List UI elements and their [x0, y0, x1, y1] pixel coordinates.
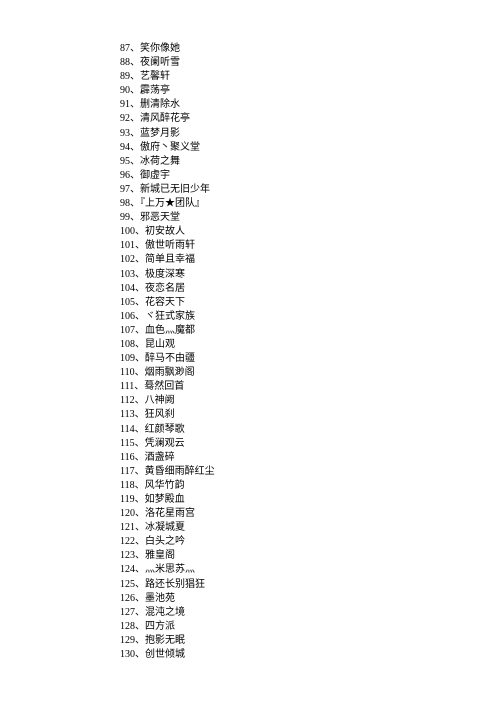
list-item: 121、冰凝城夏 — [120, 521, 500, 535]
list-item: 115、凭澜观云 — [120, 437, 500, 451]
list-item: 117、黄昏细雨醉红尘 — [120, 465, 500, 479]
list-item: 93、蓝梦月影 — [120, 127, 500, 141]
list-item: 104、夜恋名居 — [120, 282, 500, 296]
list-item: 103、极度深寒 — [120, 268, 500, 282]
list-item: 113、狂风刹 — [120, 408, 500, 422]
list-item: 126、墨池苑 — [120, 592, 500, 606]
list-item: 108、昆山观 — [120, 338, 500, 352]
list-item: 100、初安故人 — [120, 225, 500, 239]
list-item: 94、傲府丶聚义堂 — [120, 141, 500, 155]
list-item: 90、霹荡亭 — [120, 84, 500, 98]
list-item: 105、花容天下 — [120, 296, 500, 310]
list-item: 123、雅皇阁 — [120, 549, 500, 563]
list-item: 120、洛花星雨宫 — [120, 507, 500, 521]
list-item: 92、清风醉花亭 — [120, 112, 500, 126]
list-item: 107、血色灬魔都 — [120, 324, 500, 338]
list-item: 88、夜阑听雪 — [120, 56, 500, 70]
list-item: 129、抱影无眠 — [120, 634, 500, 648]
list-item: 98、『上万★团队』 — [120, 197, 500, 211]
list-item: 109、醉马不由疆 — [120, 352, 500, 366]
list-item: 96、御虚宇 — [120, 169, 500, 183]
list-item: 119、如梦殿血 — [120, 493, 500, 507]
list-item: 111、蓦然回首 — [120, 380, 500, 394]
list-item: 130、创世倾城 — [120, 648, 500, 662]
list-item: 95、冰荷之舞 — [120, 155, 500, 169]
list-item: 101、傲世听雨轩 — [120, 239, 500, 253]
list-item: 99、邪恶天堂 — [120, 211, 500, 225]
list-item: 97、新城已无旧少年 — [120, 183, 500, 197]
list-item: 124、灬米思苏灬 — [120, 563, 500, 577]
list-item: 87、笑你像她 — [120, 42, 500, 56]
list-item: 122、白头之吟 — [120, 535, 500, 549]
list-item: 110、烟雨飘渺阁 — [120, 366, 500, 380]
list-item: 91、删清除水 — [120, 98, 500, 112]
list-item: 116、酒盏碎 — [120, 451, 500, 465]
list-item: 127、混沌之境 — [120, 606, 500, 620]
list-item: 89、艺馨轩 — [120, 70, 500, 84]
list-item: 118、风华竹韵 — [120, 479, 500, 493]
list-item: 112、八神阙 — [120, 394, 500, 408]
list-item: 114、红颜琴歌 — [120, 423, 500, 437]
list-item: 125、路还长别猖狂 — [120, 578, 500, 592]
list-item: 102、简单且幸福 — [120, 253, 500, 267]
list-item: 128、四方派 — [120, 620, 500, 634]
list-item: 106、ヾ狂式家族 — [120, 310, 500, 324]
numbered-list: 87、笑你像她88、夜阑听雪89、艺馨轩90、霹荡亭91、删清除水92、清风醉花… — [120, 42, 500, 662]
